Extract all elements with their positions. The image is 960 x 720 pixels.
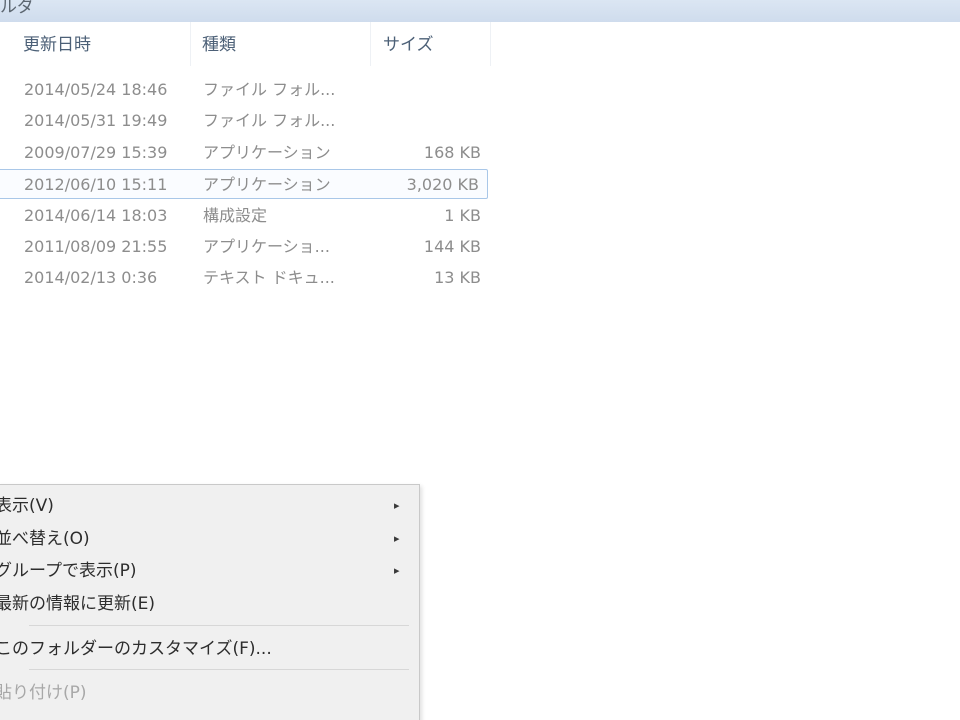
file-date-modified: 2014/05/24 18:46: [24, 80, 168, 99]
submenu-arrow-icon: ▸: [394, 532, 400, 545]
file-row[interactable]: 2011/08/09 21:55 アプリケーショ... 144 KB: [0, 231, 490, 261]
column-header-type[interactable]: 種類: [202, 32, 236, 58]
file-row-selected[interactable]: 2012/06/10 15:11 アプリケーション 3,020 KB: [0, 169, 488, 199]
column-divider[interactable]: [190, 22, 191, 66]
file-type: 構成設定: [203, 206, 268, 225]
file-date-modified: 2012/06/10 15:11: [24, 175, 168, 194]
menu-item-sort-by[interactable]: 並べ替え(O) ▸: [0, 523, 419, 555]
submenu-arrow-icon: ▸: [394, 564, 400, 577]
file-size: 168 KB: [423, 143, 481, 162]
submenu-arrow-icon: ▸: [394, 499, 400, 512]
file-type: テキスト ドキュ...: [203, 268, 335, 287]
column-divider[interactable]: [490, 22, 491, 66]
file-size: 3,020 KB: [406, 175, 479, 194]
menu-item-view[interactable]: 表示(V) ▸: [0, 490, 419, 522]
column-header-row: 更新日時 種類 サイズ: [0, 22, 960, 66]
file-row[interactable]: 2009/07/29 15:39 アプリケーション 168 KB: [0, 137, 490, 167]
context-menu: 表示(V) ▸ 並べ替え(O) ▸ グループで表示(P) ▸ 最新の情報に更新(…: [0, 484, 420, 720]
menu-item-group-by[interactable]: グループで表示(P) ▸: [0, 555, 419, 587]
menu-item-label: 貼り付け(P): [0, 683, 87, 703]
file-row[interactable]: 2014/06/14 18:03 構成設定 1 KB: [0, 200, 490, 230]
file-date-modified: 2014/05/31 19:49: [24, 111, 168, 130]
menu-item-customize-folder[interactable]: このフォルダーのカスタマイズ(F)...: [0, 633, 419, 665]
menu-separator: [29, 669, 409, 670]
file-row[interactable]: 2014/05/24 18:46 ファイル フォル...: [0, 74, 490, 104]
file-size: 144 KB: [423, 237, 481, 256]
file-type: アプリケーション: [203, 143, 331, 162]
file-size: 1 KB: [444, 206, 481, 225]
menu-item-label: グループで表示(P): [0, 561, 137, 581]
column-header-date-modified[interactable]: 更新日時: [23, 32, 91, 58]
title-bar: ルダ: [0, 0, 960, 23]
menu-separator: [29, 625, 409, 626]
menu-item-paste[interactable]: 貼り付け(P): [0, 677, 419, 709]
file-type: ファイル フォル...: [203, 111, 336, 130]
file-type: アプリケーショ...: [203, 237, 330, 256]
file-row[interactable]: 2014/02/13 0:36 テキスト ドキュ... 13 KB: [0, 262, 490, 292]
menu-item-label: 表示(V): [0, 496, 54, 516]
column-header-size[interactable]: サイズ: [383, 32, 434, 58]
explorer-window: ルダ 更新日時 種類 サイズ 2014/05/24 18:46 ファイル フォル…: [0, 0, 960, 720]
menu-item-label: このフォルダーのカスタマイズ(F)...: [0, 639, 272, 659]
file-type: ファイル フォル...: [203, 80, 336, 99]
file-date-modified: 2014/06/14 18:03: [24, 206, 168, 225]
menu-item-label: 並べ替え(O): [0, 529, 90, 549]
window-title: ルダ: [0, 0, 34, 17]
file-size: 13 KB: [434, 268, 481, 287]
menu-item-label: 最新の情報に更新(E): [0, 594, 156, 614]
menu-item-refresh[interactable]: 最新の情報に更新(E): [0, 588, 419, 620]
file-type: アプリケーション: [203, 175, 331, 194]
file-row[interactable]: 2014/05/31 19:49 ファイル フォル...: [0, 105, 490, 135]
file-date-modified: 2014/02/13 0:36: [24, 268, 158, 287]
column-divider[interactable]: [370, 22, 371, 66]
file-date-modified: 2011/08/09 21:55: [24, 237, 168, 256]
file-date-modified: 2009/07/29 15:39: [24, 143, 168, 162]
